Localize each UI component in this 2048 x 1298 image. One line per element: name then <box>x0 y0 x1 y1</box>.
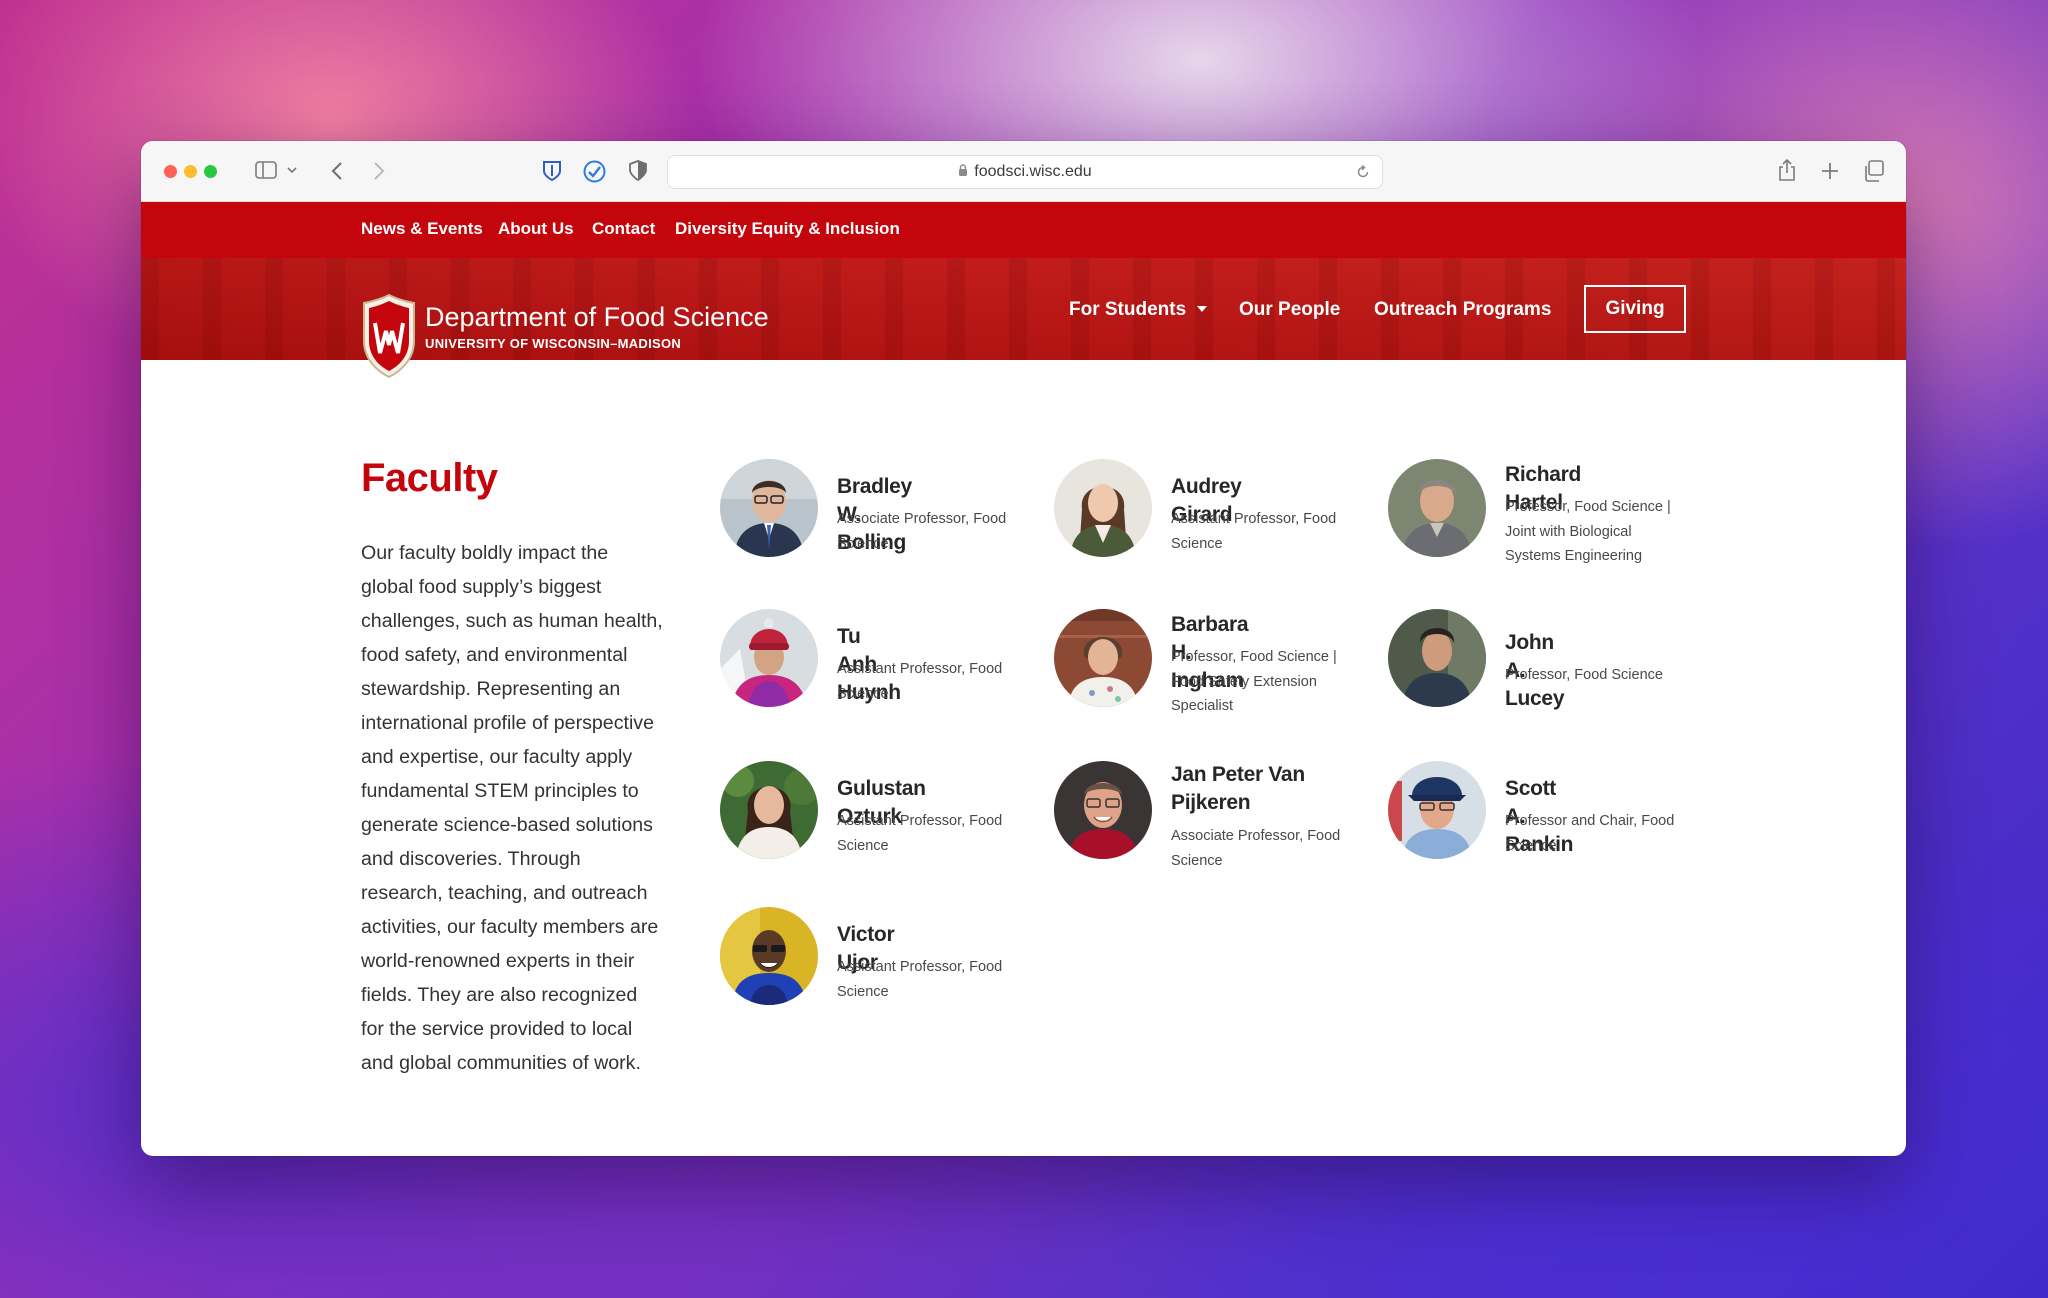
nav-about-us[interactable]: About Us <box>498 219 574 239</box>
tabs-icon[interactable] <box>1863 160 1885 182</box>
faculty-photo[interactable] <box>720 761 818 859</box>
faculty-photo[interactable] <box>1388 761 1486 859</box>
plus-icon[interactable] <box>1821 162 1839 180</box>
faculty-title: Assistant Professor, Food Science <box>837 813 1003 854</box>
faculty-name[interactable]: Jan Peter Van Pijkeren <box>1171 761 1371 817</box>
faculty-photo[interactable] <box>720 907 818 1005</box>
site-title[interactable]: Department of Food Science <box>425 302 769 333</box>
caret-down-icon <box>1197 306 1208 312</box>
bitwarden-icon[interactable] <box>541 160 563 182</box>
faculty-photo[interactable] <box>1054 459 1152 557</box>
faculty-photo[interactable] <box>1388 459 1486 557</box>
nav-outreach-programs[interactable]: Outreach Programs <box>1374 299 1551 321</box>
browser-toolbar: foodsci.wisc.edu <box>141 141 1906 202</box>
zoom-window-button[interactable] <box>204 165 217 178</box>
checkmark-icon[interactable] <box>583 160 606 183</box>
nav-for-students-label: For Students <box>1069 299 1187 320</box>
forward-icon[interactable] <box>373 162 385 180</box>
share-icon[interactable] <box>1777 158 1797 182</box>
site-subtitle: UNIVERSITY OF WISCONSIN–MADISON <box>425 336 682 351</box>
browser-window: foodsci.wisc.edu News & Events About Us … <box>141 141 1906 1156</box>
faculty-photo[interactable] <box>720 609 818 707</box>
back-icon[interactable] <box>331 162 343 180</box>
faculty-photo[interactable] <box>1388 609 1486 707</box>
shield-icon[interactable] <box>628 160 648 182</box>
uw-crest-logo[interactable] <box>361 293 417 379</box>
faculty-title: Professor and Chair, Food Science <box>1505 813 1675 854</box>
faculty-title: Professor, Food Science <box>1505 667 1663 683</box>
faculty-intro: Our faculty boldly impact the global foo… <box>361 542 663 1074</box>
sidebar-icon[interactable] <box>255 161 277 179</box>
minimize-window-button[interactable] <box>184 165 197 178</box>
nav-contact[interactable]: Contact <box>592 219 655 239</box>
utility-nav: News & Events About Us Contact Diversity… <box>141 202 1906 258</box>
faculty-title: Assistant Professor, Food Science <box>837 661 1003 702</box>
page-title: Faculty <box>361 456 498 500</box>
nav-diversity[interactable]: Diversity Equity & Inclusion <box>675 219 900 239</box>
reload-icon[interactable] <box>1356 165 1370 179</box>
faculty-title: Associate Professor, Food Science <box>1171 828 1341 869</box>
giving-button[interactable]: Giving <box>1584 285 1686 333</box>
close-window-button[interactable] <box>164 165 177 178</box>
nav-for-students[interactable]: For Students <box>1069 299 1208 321</box>
chevron-down-icon[interactable] <box>287 167 297 174</box>
faculty-title: Associate Professor, Food Science <box>837 511 1007 552</box>
faculty-title: Professor, Food Science | Food Safety Ex… <box>1171 649 1337 714</box>
nav-news-events[interactable]: News & Events <box>361 219 483 239</box>
faculty-photo[interactable] <box>1054 609 1152 707</box>
address-bar[interactable]: foodsci.wisc.edu <box>667 155 1383 189</box>
faculty-title: Assistant Professor, Food Science <box>1171 511 1337 552</box>
faculty-title: Professor, Food Science | Joint with Bio… <box>1505 499 1671 564</box>
faculty-title: Assistant Professor, Food Science <box>837 959 1003 1000</box>
nav-our-people[interactable]: Our People <box>1239 299 1340 321</box>
url-text: foodsci.wisc.edu <box>974 163 1092 180</box>
lock-icon <box>959 164 968 176</box>
faculty-photo[interactable] <box>1054 761 1152 859</box>
faculty-photo[interactable] <box>720 459 818 557</box>
